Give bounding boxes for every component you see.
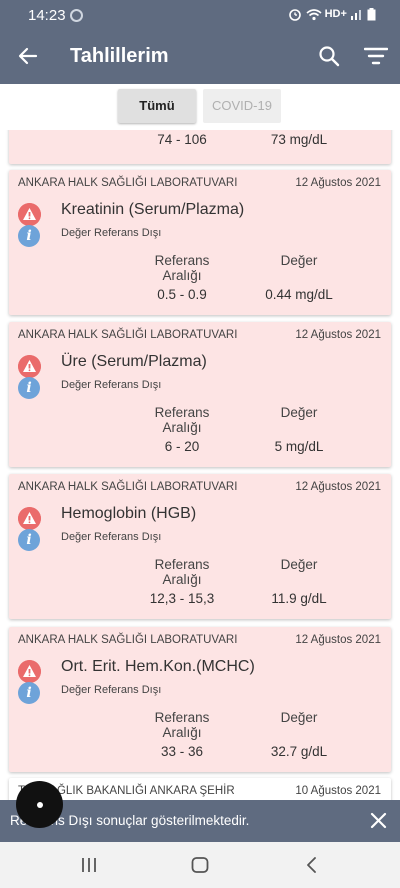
result-value: 11.9 g/dL: [271, 591, 327, 606]
test-name: Ort. Erit. Hem.Kon.(MCHC): [61, 658, 255, 675]
result-value: 73 mg/dL: [270, 132, 328, 147]
alarm-icon: [289, 9, 302, 21]
status-text: Değer Referans Dışı: [61, 227, 162, 239]
info-icon[interactable]: i: [18, 377, 40, 399]
status-icons: HD+: [288, 7, 376, 21]
result-value: 32.7 g/dL: [270, 744, 328, 759]
battery-icon: [367, 7, 376, 20]
reference-range-header: Referans Aralığı: [154, 253, 210, 283]
result-date: 12 Ağustos 2021: [295, 177, 381, 189]
floating-assistant-button[interactable]: [16, 781, 63, 828]
system-navigation-bar: [0, 842, 400, 888]
status-time: 14:23: [28, 7, 66, 24]
results-list[interactable]: Tümü COVID-19 74 - 106 73 mg/dL ANKARA H…: [0, 84, 400, 800]
close-icon[interactable]: [370, 812, 387, 829]
page-title: Tahlillerim: [70, 45, 169, 67]
signal-icon: [350, 10, 361, 20]
result-card[interactable]: ANKARA HALK SAĞLIĞI LABORATUVARI 12 Ağus…: [9, 627, 391, 772]
wifi-icon: [305, 8, 322, 20]
warning-icon: [18, 660, 41, 683]
reference-range: 74 - 106: [157, 132, 207, 147]
warning-icon: [18, 355, 41, 378]
reference-range: 12,3 - 15,3: [149, 591, 215, 606]
lab-name: ANKARA HALK SAĞLIĞI LABORATUVARI: [18, 177, 238, 189]
network-label: HD+: [324, 7, 347, 20]
lab-name: ANKARA HALK SAĞLIĞI LABORATUVARI: [18, 481, 238, 493]
reference-range: 33 - 36: [160, 744, 204, 759]
status-text: Değer Referans Dışı: [61, 379, 162, 391]
back-nav-icon[interactable]: [305, 857, 317, 873]
tab-all[interactable]: Tümü: [118, 89, 196, 123]
info-icon[interactable]: i: [18, 225, 40, 247]
result-card[interactable]: ANKARA HALK SAĞLIĞI LABORATUVARI 12 Ağus…: [9, 170, 391, 315]
sync-icon: [70, 9, 83, 22]
result-date: 12 Ağustos 2021: [295, 329, 381, 341]
filter-tabs: Tümü COVID-19: [0, 84, 400, 130]
info-icon[interactable]: i: [18, 529, 40, 551]
reference-range: 0.5 - 0.9: [157, 287, 207, 302]
lab-name: ANKARA HALK SAĞLIĞI LABORATUVARI: [18, 329, 238, 341]
value-header: Değer: [280, 253, 318, 268]
warning-icon: [18, 203, 41, 226]
back-arrow-icon[interactable]: [16, 44, 40, 68]
reference-range-header: Referans Aralığı: [154, 710, 210, 740]
result-value: 5 mg/dL: [274, 439, 324, 454]
lab-name: ANKARA HALK SAĞLIĞI LABORATUVARI: [18, 634, 238, 646]
result-date: 12 Ağustos 2021: [295, 634, 381, 646]
app-bar: Tahlillerim: [0, 30, 400, 84]
result-date: 12 Ağustos 2021: [295, 481, 381, 493]
test-name: Hemoglobin (HGB): [61, 505, 197, 522]
result-date: 10 Ağustos 2021: [295, 785, 381, 797]
result-value: 0.44 mg/dL: [265, 287, 333, 302]
reference-range-header: Referans Aralığı: [154, 557, 210, 587]
warning-icon: [18, 507, 41, 530]
status-bar: 14:23 HD+: [0, 0, 400, 30]
dot-icon: [37, 802, 43, 808]
test-name: Üre (Serum/Plazma): [61, 353, 207, 370]
result-card[interactable]: ANKARA HALK SAĞLIĞI LABORATUVARI 12 Ağus…: [9, 322, 391, 467]
search-icon[interactable]: [318, 45, 340, 67]
info-icon[interactable]: i: [18, 682, 40, 704]
value-header: Değer: [280, 710, 318, 725]
recent-apps-icon[interactable]: [81, 857, 97, 873]
filter-icon[interactable]: [364, 46, 388, 66]
value-header: Değer: [280, 405, 318, 420]
status-text: Değer Referans Dışı: [61, 531, 162, 543]
result-card-partial[interactable]: T.C. SAĞLIK BAKANLIĞI ANKARA ŞEHİR 10 Ağ…: [9, 778, 391, 800]
status-text: Değer Referans Dışı: [61, 684, 162, 696]
tab-covid-19[interactable]: COVID-19: [203, 89, 281, 123]
test-name: Kreatinin (Serum/Plazma): [61, 201, 245, 218]
value-header: Değer: [280, 557, 318, 572]
home-icon[interactable]: [191, 857, 209, 873]
reference-range-header: Referans Aralığı: [154, 405, 210, 435]
reference-range: 6 - 20: [164, 439, 200, 454]
result-card[interactable]: ANKARA HALK SAĞLIĞI LABORATUVARI 12 Ağus…: [9, 474, 391, 619]
